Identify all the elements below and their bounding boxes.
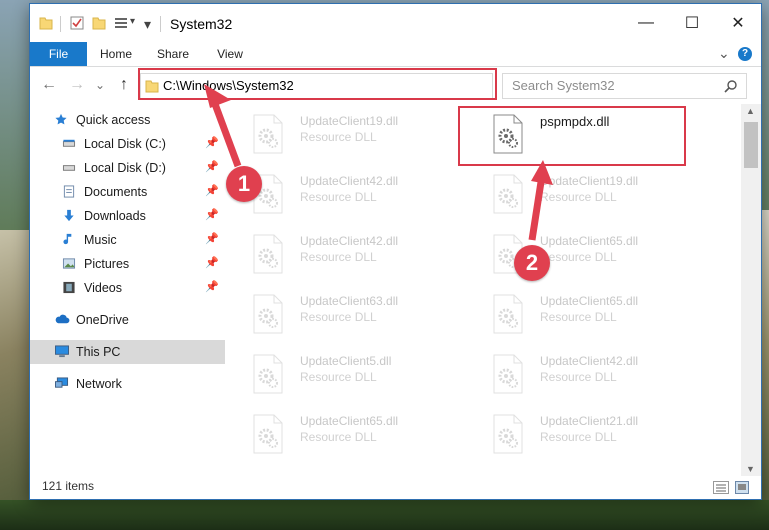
arrow-1-head: [204, 84, 231, 108]
step-marker-1: 1: [226, 166, 262, 202]
step-marker-2: 2: [514, 245, 550, 281]
arrow-2-head: [531, 160, 553, 185]
arrow-2-shaft: [528, 181, 545, 241]
arrow-1-shaft: [211, 102, 242, 168]
annotation-arrows: [204, 84, 553, 241]
